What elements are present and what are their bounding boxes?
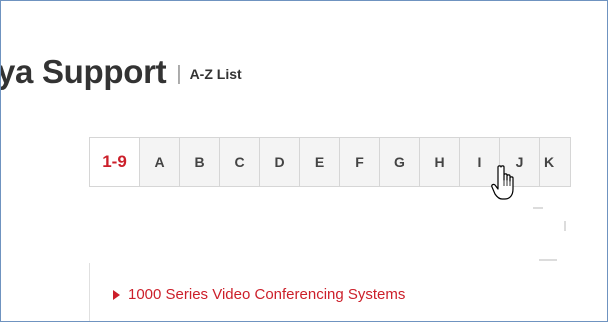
az-tab-a[interactable]: A bbox=[140, 138, 180, 186]
hand-pointer-icon bbox=[491, 165, 514, 200]
az-tab-h[interactable]: H bbox=[420, 138, 460, 186]
product-link[interactable]: 1000 Series Video Conferencing Systems bbox=[128, 286, 405, 303]
page-title: ya Support bbox=[0, 53, 167, 90]
title-separator: | bbox=[176, 63, 182, 85]
az-tab-k[interactable]: K bbox=[540, 138, 570, 186]
page-subtitle: A-Z List bbox=[189, 66, 242, 82]
content-divider bbox=[89, 263, 90, 321]
list-item[interactable]: 1000 Series Video Conferencing Systems bbox=[113, 286, 405, 303]
az-tab-c[interactable]: C bbox=[220, 138, 260, 186]
az-tab-b[interactable]: B bbox=[180, 138, 220, 186]
az-tab-d[interactable]: D bbox=[260, 138, 300, 186]
triangle-right-icon bbox=[113, 289, 120, 300]
az-tab-1-9[interactable]: 1-9 bbox=[90, 138, 140, 186]
az-tab-g[interactable]: G bbox=[380, 138, 420, 186]
browser-viewport: ya Support | A-Z List 1-9 A B C D E F G … bbox=[0, 0, 608, 322]
az-tab-f[interactable]: F bbox=[340, 138, 380, 186]
page-header: ya Support | A-Z List bbox=[0, 53, 242, 91]
az-tab-e[interactable]: E bbox=[300, 138, 340, 186]
selection-guide-icon bbox=[533, 207, 566, 261]
